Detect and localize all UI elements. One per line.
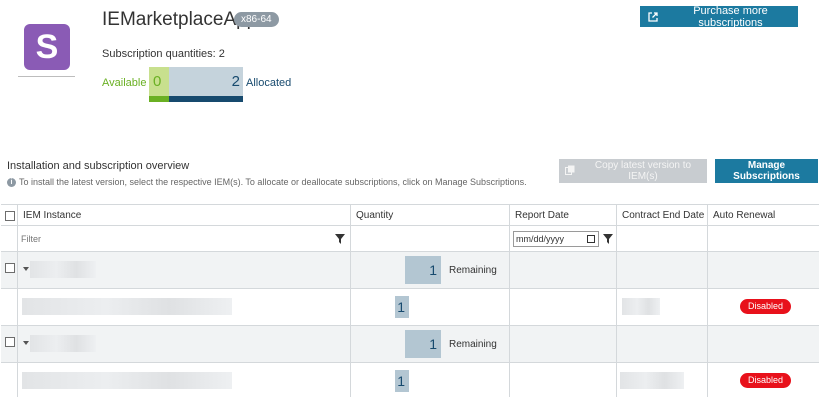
auto-renewal-status-badge: Disabled (740, 373, 791, 388)
remaining-label: Remaining (449, 339, 497, 350)
table-row[interactable]: 1 Remaining (1, 326, 819, 363)
copy-label: Copy latest version to IEM(s) (594, 160, 692, 182)
column-header[interactable]: Quantity (351, 205, 510, 225)
allocated-label: Allocated (246, 77, 292, 89)
expand-caret-icon[interactable] (23, 341, 29, 345)
subscription-meter: 0 2 (149, 67, 243, 102)
copy-icon (565, 165, 575, 178)
subscription-table: IEM Instance Quantity Report Date Contra… (1, 204, 819, 397)
hint-text: To install the latest version, select th… (19, 177, 527, 187)
select-all-checkbox[interactable] (5, 211, 15, 221)
purchase-subscriptions-button[interactable]: Purchase more subscriptions (640, 4, 798, 29)
info-icon: i (7, 177, 16, 187)
allocated-count: 2 (231, 73, 240, 90)
filter-icon[interactable] (335, 234, 345, 244)
report-date-filter[interactable]: mm/dd/yyyy (513, 231, 599, 247)
app-logo: S (24, 24, 70, 70)
subscription-quantities: Subscription quantities: 2 (102, 48, 225, 60)
table-row[interactable]: 1 Disabled (1, 289, 819, 326)
column-header[interactable]: Contract End Date (617, 205, 708, 225)
copy-latest-version-button[interactable]: Copy latest version to IEM(s) (559, 159, 707, 183)
redacted-device-name (22, 372, 232, 389)
allocated-quantity: 1 (395, 296, 409, 318)
architecture-badge: x86-64 (234, 12, 279, 27)
allocated-quantity: 1 (395, 370, 409, 392)
table-row[interactable]: 1 Remaining (1, 252, 819, 289)
overview-title: Installation and subscription overview (7, 160, 190, 172)
filter-icon[interactable] (603, 234, 613, 244)
redacted-contract-end-date (622, 298, 660, 315)
external-link-icon (648, 11, 658, 22)
redacted-contract-end-date (620, 372, 684, 389)
overview-hint: i To install the latest version, select … (7, 177, 527, 187)
calendar-icon[interactable] (587, 235, 595, 243)
remaining-quantity: 1 (405, 330, 441, 358)
redacted-iem-name (30, 335, 96, 352)
remaining-quantity: 1 (405, 256, 441, 284)
iem-instance-filter[interactable] (21, 231, 347, 247)
column-header[interactable]: Auto Renewal (708, 205, 819, 225)
row-checkbox[interactable] (5, 263, 15, 273)
available-count: 0 (153, 73, 162, 90)
table-row[interactable]: 1 Disabled (1, 363, 819, 397)
redacted-device-name (22, 298, 232, 315)
purchase-label: Purchase more subscriptions (693, 4, 768, 29)
allocated-bar (169, 96, 243, 102)
remaining-label: Remaining (449, 265, 497, 276)
filter-row: mm/dd/yyyy (1, 226, 819, 252)
available-bar (149, 96, 169, 102)
row-checkbox[interactable] (5, 337, 15, 347)
expand-caret-icon[interactable] (23, 267, 29, 271)
column-header[interactable]: IEM Instance (18, 205, 351, 225)
table-header-row: IEM Instance Quantity Report Date Contra… (1, 204, 819, 226)
logo-divider (18, 76, 75, 77)
auto-renewal-status-badge: Disabled (740, 299, 791, 314)
available-label: Available (102, 77, 147, 89)
redacted-iem-name (30, 261, 96, 278)
manage-subscriptions-button[interactable]: Manage Subscriptions (715, 159, 818, 183)
column-header[interactable]: Report Date (510, 205, 617, 225)
